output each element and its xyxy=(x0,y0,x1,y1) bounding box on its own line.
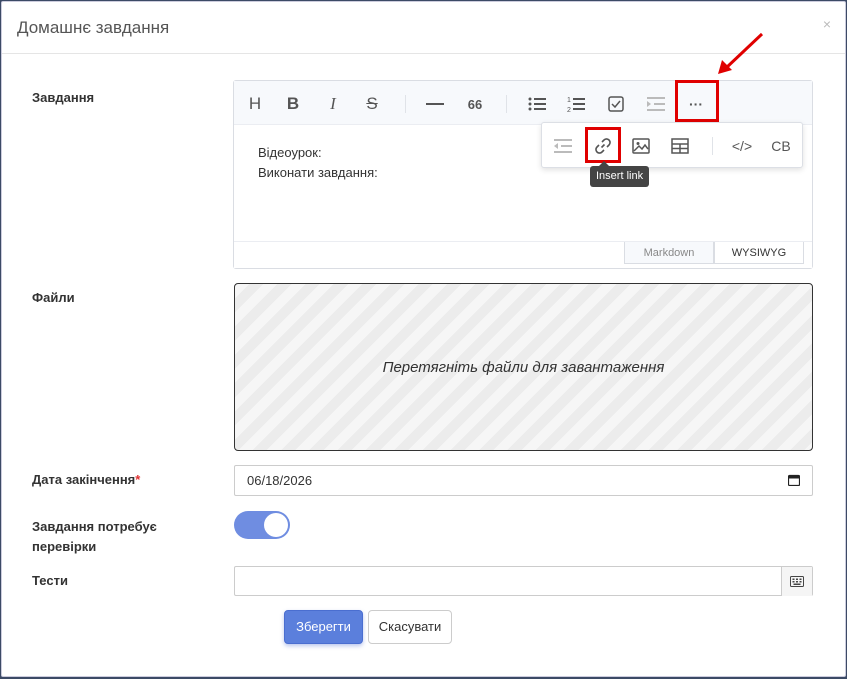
quote-icon[interactable]: 66 xyxy=(462,91,488,117)
toggle-knob xyxy=(264,513,288,537)
editor-line: Відеоурок: xyxy=(258,145,322,160)
due-date-label: Дата закінчення* xyxy=(32,470,140,490)
task-list-icon[interactable] xyxy=(603,91,629,117)
cancel-button[interactable]: Скасувати xyxy=(368,610,452,644)
keyboard-icon xyxy=(790,576,804,587)
svg-text:2: 2 xyxy=(567,107,571,113)
editor-line: Виконати завдання: xyxy=(258,165,378,180)
code-icon[interactable]: </> xyxy=(729,133,755,159)
codeblock-icon[interactable]: CB xyxy=(768,133,794,159)
tab-wysiwyg[interactable]: WYSIWYG xyxy=(714,242,804,264)
task-label: Завдання xyxy=(32,90,95,105)
due-date-input[interactable]: 06/18/2026 xyxy=(234,465,813,496)
tests-picker-button[interactable] xyxy=(781,567,812,596)
required-mark: * xyxy=(135,472,141,487)
editor-mode-bar: Markdown WYSIWYG xyxy=(234,241,812,268)
tests-input[interactable] xyxy=(234,566,813,596)
italic-icon[interactable]: I xyxy=(320,91,346,117)
insert-link-tooltip: Insert link xyxy=(590,161,650,187)
more-toolbar-popup: </> CB xyxy=(541,122,803,168)
close-icon[interactable]: × xyxy=(823,16,831,32)
editor-content[interactable]: Відеоурок: Виконати завдання: xyxy=(258,143,378,183)
editor-toolbar: H B I S 66 12 ··· xyxy=(234,80,812,125)
red-arrow-annotation xyxy=(718,32,764,74)
tab-markdown[interactable]: Markdown xyxy=(624,242,714,264)
review-toggle[interactable] xyxy=(234,511,290,539)
strike-icon[interactable]: S xyxy=(359,91,385,117)
tests-label: Тести xyxy=(32,573,68,588)
image-icon[interactable] xyxy=(628,133,654,159)
heading-icon[interactable]: H xyxy=(242,91,268,117)
rich-text-editor[interactable]: H B I S 66 12 ··· Відеоурок: Виконати за… xyxy=(233,80,813,269)
bullet-list-icon[interactable] xyxy=(524,91,550,117)
more-highlight-box xyxy=(675,80,719,122)
due-date-label-text: Дата закінчення xyxy=(32,472,136,487)
hr-icon[interactable] xyxy=(422,91,448,117)
toolbar-divider xyxy=(506,95,507,113)
due-date-value: 06/18/2026 xyxy=(247,473,313,488)
dropzone-text: Перетягніть файли для завантаження xyxy=(382,358,665,376)
review-label: Завдання потребує перевірки xyxy=(32,519,157,554)
toolbar-divider xyxy=(405,95,406,113)
table-icon[interactable] xyxy=(667,133,693,159)
outdent-icon[interactable] xyxy=(550,133,576,159)
file-dropzone[interactable]: Перетягніть файли для завантаження xyxy=(234,283,813,451)
svg-text:1: 1 xyxy=(567,97,571,104)
indent-icon[interactable] xyxy=(643,91,669,117)
bold-icon[interactable]: B xyxy=(280,91,306,117)
files-label: Файли xyxy=(32,290,75,305)
save-button[interactable]: Зберегти xyxy=(284,610,363,644)
ordered-list-icon[interactable]: 12 xyxy=(563,91,589,117)
link-highlight-box xyxy=(585,127,621,163)
modal-title: Домашнє завдання xyxy=(17,18,170,37)
popup-divider xyxy=(712,137,713,155)
calendar-icon[interactable] xyxy=(788,474,800,486)
